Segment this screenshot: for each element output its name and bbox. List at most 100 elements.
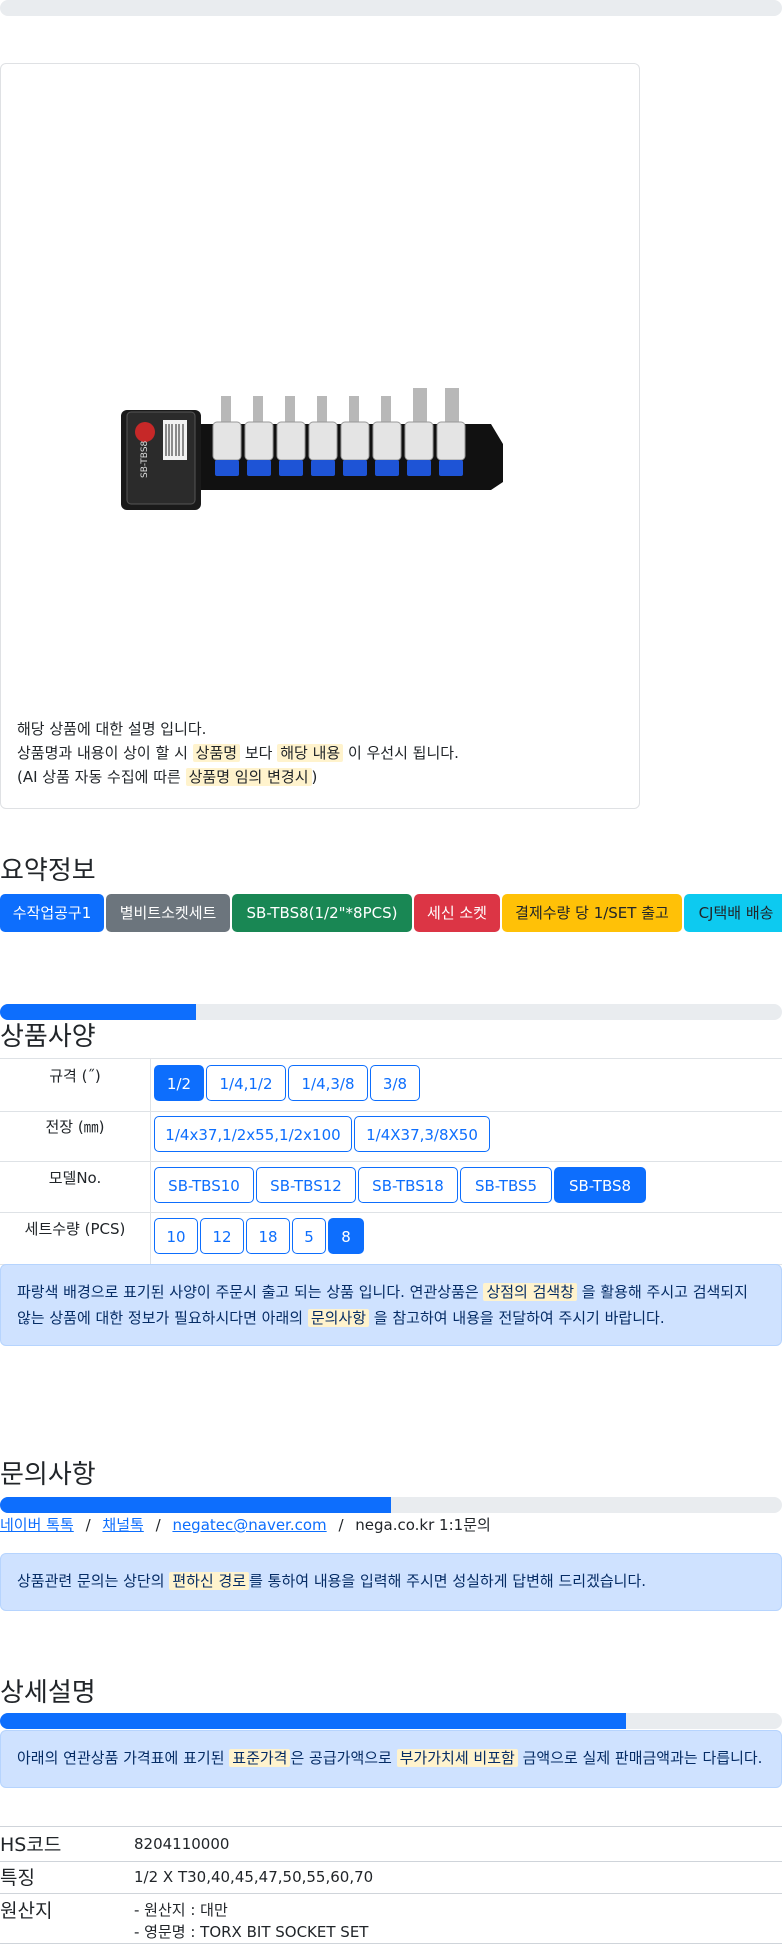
socket-set-image: SB-TBS8 xyxy=(121,388,503,510)
spec-row: 규격 (˝) 1/2 1/4,1/2 1/4,3/8 3/8 xyxy=(0,1058,782,1112)
product-image-card: SB-TBS8 해당 상품에 대한 설명 입니다. 상품명과 내용이 상이 할 … xyxy=(0,63,640,809)
spec-option-button[interactable]: 1/4x37,1/2x55,1/2x100 xyxy=(154,1116,352,1152)
spec-option-button[interactable]: SB-TBS10 xyxy=(154,1167,254,1203)
specs-progress-bar xyxy=(0,1004,782,1020)
detail-title: 상세설명 xyxy=(0,1678,96,1708)
highlight-product-name: 상품명 xyxy=(192,744,241,762)
separator: / xyxy=(155,1516,161,1534)
specs-title: 상품사양 xyxy=(0,1022,96,1052)
detail-value: - 영문명 : TORX BIT SOCKET SET xyxy=(134,1923,369,1941)
spec-label: 전장 (㎜) xyxy=(45,1118,105,1136)
spec-divider xyxy=(150,1161,151,1212)
spec-option-button[interactable]: SB-TBS5 xyxy=(460,1167,552,1203)
notice-line3: (AI 상품 자동 수집에 따른 상품명 임의 변경시) xyxy=(17,768,318,786)
spec-row: 전장 (㎜) 1/4x37,1/2x55,1/2x100 1/4X37,3/8X50 xyxy=(0,1110,782,1162)
spec-option-button[interactable]: 18 xyxy=(246,1218,290,1254)
notice-line1: 해당 상품에 대한 설명 입니다. xyxy=(17,720,207,738)
socket-clip xyxy=(407,460,431,476)
detail-alert: 아래의 연관상품 가격표에 표기된 표준가격 은 공급가액으로 부가가치세 비포함… xyxy=(0,1730,782,1788)
spec-option-button[interactable]: 1/2 xyxy=(154,1065,204,1101)
specs-info-alert: 파랑색 배경으로 표기된 사양이 주문시 출고 되는 상품 입니다. 연관상품은… xyxy=(0,1264,782,1346)
socket-body xyxy=(372,421,402,461)
socket-body xyxy=(404,421,434,461)
spec-option-button[interactable]: 1/4,1/2 xyxy=(206,1065,286,1101)
notice-line2: 상품명과 내용이 상이 할 시 상품명 보다 해당 내용 이 우선시 됩니다. xyxy=(17,744,459,762)
inquiry-alert: 상품관련 문의는 상단의 편하신 경로 를 통하여 내용을 입력해 주시면 성실하… xyxy=(0,1553,782,1611)
card-text: SB-TBS8 xyxy=(140,440,150,478)
summary-badge: 별비트소켓세트 xyxy=(106,894,230,932)
spec-row: 세트수량 (PCS) 10 12 18 5 8 xyxy=(0,1212,782,1265)
summary-badge: CJ택배 배송 xyxy=(684,894,782,932)
detail-values: 1/2 X T30,40,45,47,50,55,60,70 xyxy=(134,1866,373,1888)
spec-option-button[interactable]: 12 xyxy=(200,1218,244,1254)
inquiry-progress-bar xyxy=(0,1497,782,1513)
summary-badge: 수작업공구1 xyxy=(0,894,104,932)
highlight-vat: 부가가치세 비포함 xyxy=(396,1749,518,1767)
summary-title: 요약정보 xyxy=(0,856,96,886)
spec-option-button[interactable]: 10 xyxy=(154,1218,198,1254)
detail-alert-text: 아래의 연관상품 가격표에 표기된 표준가격 은 공급가액으로 부가가치세 비포함… xyxy=(17,1749,763,1767)
inquiry-breadcrumb: 네이버 톡톡 / 채널톡 / negatec@naver.com / nega.… xyxy=(0,1514,491,1535)
socket-body xyxy=(212,421,242,461)
channel-talk-link[interactable]: 채널톡 xyxy=(102,1516,143,1534)
detail-key: HS코드 xyxy=(0,1834,62,1856)
socket-body xyxy=(244,421,274,461)
detail-value: 1/2 X T30,40,45,47,50,55,60,70 xyxy=(134,1868,374,1886)
spec-option-button[interactable]: SB-TBS8 xyxy=(554,1167,646,1203)
top-progress-bar xyxy=(0,0,782,16)
highlight-name-change: 상품명 임의 변경시 xyxy=(185,768,312,786)
separator: / xyxy=(85,1516,91,1534)
torx-bit xyxy=(445,388,459,422)
highlight-content: 해당 내용 xyxy=(277,744,344,762)
socket-body xyxy=(276,421,306,461)
detail-value: - 원산지 : 대만 xyxy=(134,1901,228,1919)
spec-option-button[interactable]: SB-TBS12 xyxy=(256,1167,356,1203)
spec-label: 규격 (˝) xyxy=(49,1067,101,1085)
detail-row: HS코드 8204110000 xyxy=(0,1826,782,1862)
detail-value: 8204110000 xyxy=(134,1835,230,1853)
detail-progress-bar xyxy=(0,1713,782,1729)
product-notice: 해당 상품에 대한 설명 입니다. 상품명과 내용이 상이 할 시 상품명 보다… xyxy=(17,717,459,789)
spec-divider xyxy=(150,1212,151,1264)
detail-row: 원산지 - 원산지 : 대만 - 영문명 : TORX BIT SOCKET SET xyxy=(0,1893,782,1944)
detail-values: 8204110000 xyxy=(134,1833,229,1855)
spec-label: 세트수량 (PCS) xyxy=(24,1220,126,1238)
inquiry-alert-text: 상품관련 문의는 상단의 편하신 경로 를 통하여 내용을 입력해 주시면 성실하… xyxy=(17,1572,647,1590)
spec-option-button[interactable]: 3/8 xyxy=(370,1065,420,1101)
socket-body xyxy=(436,421,466,461)
separator: / xyxy=(338,1516,344,1534)
spec-divider xyxy=(150,1059,151,1111)
socket-clip xyxy=(375,460,399,476)
socket-body xyxy=(340,421,370,461)
socket-clip xyxy=(247,460,271,476)
socket-clip xyxy=(279,460,303,476)
inquiry-title: 문의사항 xyxy=(0,1460,96,1490)
spec-option-button[interactable]: SB-TBS18 xyxy=(358,1167,458,1203)
spec-option-button[interactable]: 5 xyxy=(292,1218,326,1254)
torx-bit xyxy=(413,388,427,422)
email-link[interactable]: negatec@naver.com xyxy=(172,1516,326,1534)
detail-row: 특징 1/2 X T30,40,45,47,50,55,60,70 xyxy=(0,1860,782,1894)
site-inquiry-text: nega.co.kr 1:1문의 xyxy=(355,1516,491,1534)
socket-body xyxy=(308,421,338,461)
spec-option-button[interactable]: 1/4X37,3/8X50 xyxy=(354,1116,490,1152)
spec-option-button[interactable]: 8 xyxy=(328,1218,364,1254)
detail-key: 원산지 xyxy=(0,1900,53,1922)
naver-talk-link[interactable]: 네이버 톡톡 xyxy=(0,1516,74,1534)
socket-clip xyxy=(311,460,335,476)
summary-badge: SB-TBS8(1/2"*8PCS) xyxy=(232,894,412,932)
spec-row: 모델No. SB-TBS10 SB-TBS12 SB-TBS18 SB-TBS5 SB-T… xyxy=(0,1161,782,1213)
spec-option-button[interactable]: 1/4,3/8 xyxy=(288,1065,368,1101)
detail-values: - 원산지 : 대만 - 영문명 : TORX BIT SOCKET SET xyxy=(134,1899,368,1943)
highlight-route: 편하신 경로 xyxy=(169,1572,250,1590)
socket-clip xyxy=(343,460,367,476)
detail-key: 특징 xyxy=(0,1867,35,1889)
summary-badge: 세신 소켓 xyxy=(414,894,500,932)
socket-clip xyxy=(215,460,239,476)
summary-badge: 결제수량 당 1/SET 출고 xyxy=(502,894,682,932)
highlight-standard-price: 표준가격 xyxy=(229,1749,291,1767)
spec-label: 모델No. xyxy=(48,1169,102,1187)
spec-divider xyxy=(150,1110,151,1161)
specs-info-text: 파랑색 배경으로 표기된 사양이 주문시 출고 되는 상품 입니다. 연관상품은… xyxy=(17,1283,748,1327)
highlight-search: 상점의 검색창 xyxy=(483,1283,578,1301)
